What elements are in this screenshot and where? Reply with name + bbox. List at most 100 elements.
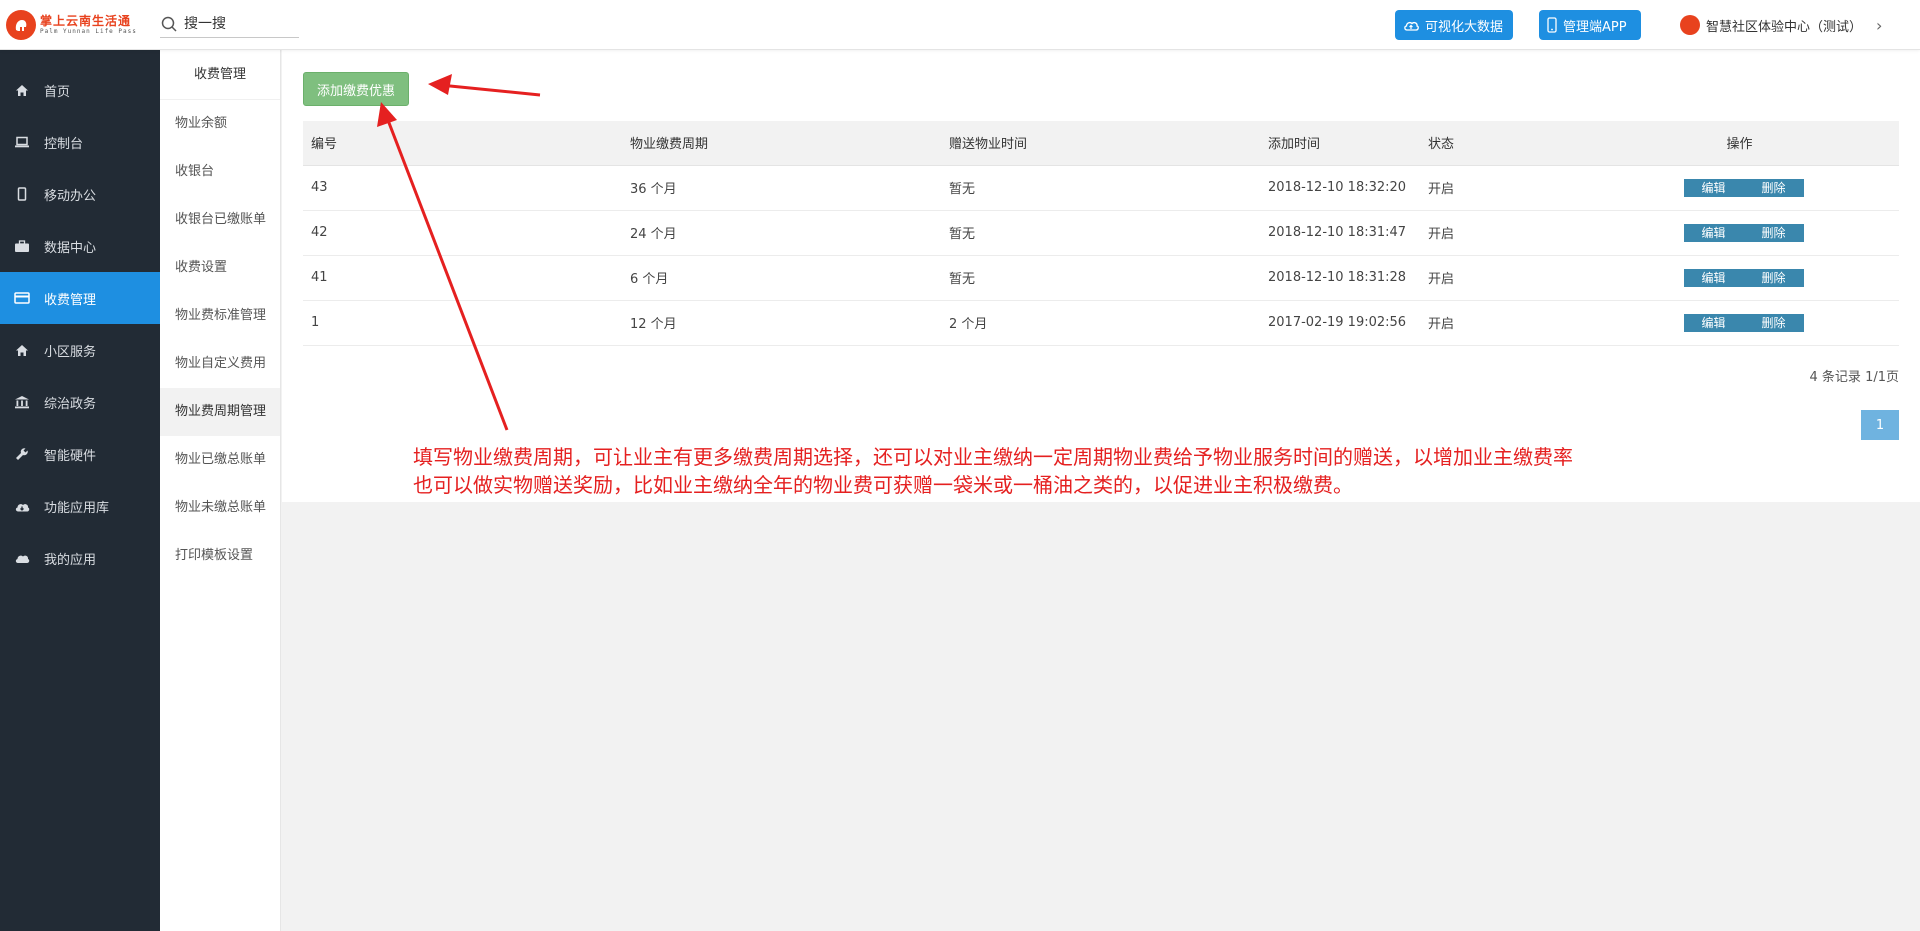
nav-item-7[interactable]: 智能硬件: [0, 428, 160, 480]
search-box: [160, 10, 299, 38]
edit-button[interactable]: 编辑: [1684, 314, 1744, 332]
edit-button[interactable]: 编辑: [1684, 224, 1744, 242]
top-header: 掌上云南生活通 Palm Yunnan Life Pass 可视化大数据 管理端…: [0, 0, 1920, 50]
cloud-upload-icon: [1404, 21, 1419, 31]
cloud-icon: [14, 550, 30, 566]
logo-elephant-icon: [6, 10, 36, 40]
table-row: 42 24 个月 暂无 2018-12-10 18:31:47 开启 编辑 删除: [303, 210, 1899, 256]
cell-status: 开启: [1420, 300, 1580, 346]
nav-item-label: 数据中心: [44, 240, 97, 256]
table-row: 43 36 个月 暂无 2018-12-10 18:32:20 开启 编辑 删除: [303, 165, 1899, 211]
home-icon: [14, 82, 30, 98]
period-table: 编号 物业缴费周期 赠送物业时间 添加时间 状态 操作 43 36 个月 暂无 201…: [303, 121, 1899, 346]
col-time-header: 添加时间: [1260, 121, 1420, 166]
bigdata-button-label: 可视化大数据: [1425, 19, 1504, 35]
nav-item-0[interactable]: 首页: [0, 64, 160, 116]
subnav-item-3[interactable]: 收费设置: [160, 244, 280, 292]
home-icon: [14, 342, 30, 358]
cell-period: 36 个月: [622, 165, 941, 211]
cell-actions: 编辑 删除: [1580, 165, 1899, 211]
subnav-item-6[interactable]: 物业费周期管理: [160, 388, 280, 436]
edit-button[interactable]: 编辑: [1684, 269, 1744, 287]
org-name: 智慧社区体验中心（测试）: [1706, 19, 1863, 35]
main-panel: 添加缴费优惠 编号 物业缴费周期 赠送物业时间 添加时间 状态 操作 43 36 …: [282, 50, 1920, 502]
cell-gift: 暂无: [941, 210, 1260, 256]
cell-time: 2018-12-10 18:31:47: [1260, 210, 1420, 256]
card-icon: [14, 290, 30, 306]
edit-button[interactable]: 编辑: [1684, 179, 1744, 197]
admin-app-button-label: 管理端APP: [1563, 19, 1627, 35]
nav-item-6[interactable]: 综治政务: [0, 376, 160, 428]
nav-item-1[interactable]: 控制台: [0, 116, 160, 168]
nav-item-label: 我的应用: [44, 552, 97, 568]
org-logo-icon: [1680, 15, 1700, 35]
subnav-item-8[interactable]: 物业未缴总账单: [160, 484, 280, 532]
cell-period: 6 个月: [622, 255, 941, 301]
wrench-icon: [14, 446, 30, 462]
cell-time: 2018-12-10 18:31:28: [1260, 255, 1420, 301]
subnav-item-2[interactable]: 收银台已缴账单: [160, 196, 280, 244]
search-icon[interactable]: [160, 15, 178, 33]
col-status-header: 状态: [1420, 121, 1580, 166]
nav-item-3[interactable]: 数据中心: [0, 220, 160, 272]
briefcase-icon: [14, 238, 30, 254]
cloud-download-icon: [14, 498, 30, 514]
nav-item-label: 移动办公: [44, 188, 97, 204]
cell-actions: 编辑 删除: [1580, 300, 1899, 346]
cell-actions: 编辑 删除: [1580, 255, 1899, 301]
cell-gift: 2 个月: [941, 300, 1260, 346]
cell-id: 43: [303, 165, 622, 211]
bigdata-button[interactable]: 可视化大数据: [1395, 10, 1513, 40]
annotation-line-1: 填写物业缴费周期，可让业主有更多缴费周期选择，还可以对业主缴纳一定周期物业费给予…: [413, 445, 1573, 469]
col-gift-header: 赠送物业时间: [941, 121, 1260, 166]
nav-item-label: 收费管理: [44, 292, 97, 308]
table-row: 41 6 个月 暂无 2018-12-10 18:31:28 开启 编辑 删除: [303, 255, 1899, 301]
org-switcher[interactable]: 智慧社区体验中心（测试） ›: [1680, 14, 1882, 36]
logo-subtitle: Palm Yunnan Life Pass: [40, 28, 137, 35]
left-sidebar: 首页控制台移动办公数据中心收费管理小区服务综治政务 智能硬件 功能应用库我的应用: [0, 50, 160, 931]
cell-id: 1: [303, 300, 622, 346]
action-group: 编辑 删除: [1683, 313, 1804, 332]
col-period-header: 物业缴费周期: [622, 121, 941, 166]
cell-actions: 编辑 删除: [1580, 210, 1899, 256]
nav-item-8[interactable]: 功能应用库: [0, 480, 160, 532]
logo-title: 掌上云南生活通: [40, 14, 132, 28]
col-actions-header: 操作: [1580, 121, 1899, 166]
subnav-item-1[interactable]: 收银台: [160, 148, 280, 196]
mobile-icon: [1547, 17, 1557, 33]
subnav-item-7[interactable]: 物业已缴总账单: [160, 436, 280, 484]
cell-status: 开启: [1420, 165, 1580, 211]
add-discount-button[interactable]: 添加缴费优惠: [303, 72, 409, 106]
nav-item-9[interactable]: 我的应用: [0, 532, 160, 584]
table-header-row: 编号 物业缴费周期 赠送物业时间 添加时间 状态 操作: [303, 121, 1899, 166]
admin-app-button[interactable]: 管理端APP: [1539, 10, 1641, 40]
nav-item-4[interactable]: 收费管理: [0, 272, 160, 324]
delete-button[interactable]: 删除: [1744, 224, 1804, 242]
delete-button[interactable]: 删除: [1744, 314, 1804, 332]
cell-time: 2017-02-19 19:02:56: [1260, 300, 1420, 346]
bank-icon: [14, 394, 30, 410]
cell-time: 2018-12-10 18:32:20: [1260, 165, 1420, 211]
nav-item-5[interactable]: 小区服务: [0, 324, 160, 376]
pager-info: 4 条记录 1/1页: [1809, 370, 1899, 385]
delete-button[interactable]: 删除: [1744, 269, 1804, 287]
cell-gift: 暂无: [941, 255, 1260, 301]
action-group: 编辑 删除: [1683, 178, 1804, 197]
cell-id: 42: [303, 210, 622, 256]
subnav-item-5[interactable]: 物业自定义费用: [160, 340, 280, 388]
subnav-item-9[interactable]: 打印模板设置: [160, 532, 280, 580]
app-logo[interactable]: 掌上云南生活通 Palm Yunnan Life Pass: [6, 9, 137, 41]
nav-item-label: 小区服务: [44, 344, 97, 360]
subnav-item-0[interactable]: 物业余额: [160, 100, 280, 148]
annotation-line-2: 也可以做实物赠送奖励，比如业主缴纳全年的物业费可获赠一袋米或一桶油之类的，以促进…: [413, 473, 1353, 497]
nav-item-label: 首页: [44, 84, 71, 100]
pager-page-1[interactable]: 1: [1861, 410, 1899, 440]
subnav-item-4[interactable]: 物业费标准管理: [160, 292, 280, 340]
nav-item-2[interactable]: 移动办公: [0, 168, 160, 220]
delete-button[interactable]: 删除: [1744, 179, 1804, 197]
search-input[interactable]: [184, 15, 294, 32]
cell-period: 12 个月: [622, 300, 941, 346]
cell-period: 24 个月: [622, 210, 941, 256]
subnav-title: 收费管理: [160, 50, 280, 100]
cell-gift: 暂无: [941, 165, 1260, 211]
